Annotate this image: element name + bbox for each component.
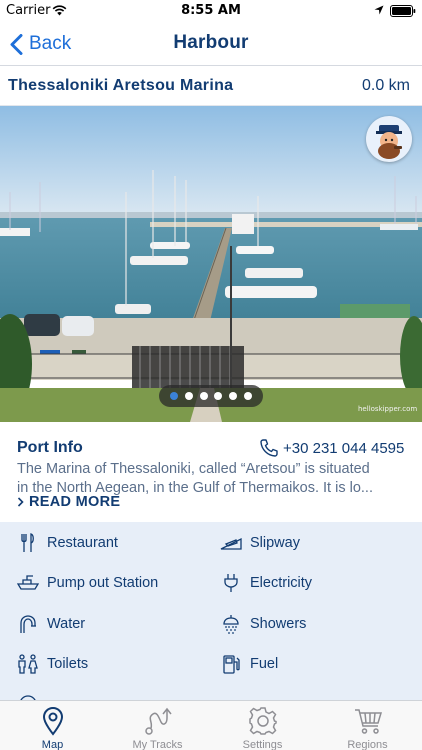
- carousel-dot[interactable]: [244, 392, 253, 400]
- cart-icon: [355, 709, 383, 734]
- port-info-section: Port Info +30 231 044 4595 The Marina of…: [0, 422, 422, 522]
- marina-distance: 0.0 km: [361, 77, 410, 94]
- facility-showers: Showers: [220, 612, 306, 636]
- marina-header: Thessaloniki Aretsou Marina 0.0 km: [0, 67, 422, 106]
- photo-watermark: helloskipper.com: [358, 405, 418, 413]
- back-button[interactable]: Back: [10, 31, 71, 57]
- navigation-bar: Back Harbour: [0, 22, 422, 66]
- plug-icon: [220, 572, 242, 594]
- facility-slipway: Slipway: [220, 531, 300, 555]
- cutlery-icon: [17, 532, 39, 554]
- back-label: Back: [29, 33, 72, 54]
- port-description: The Marina of Thessaloniki, called “Aret…: [17, 460, 409, 498]
- tab-label: Regions: [347, 739, 388, 750]
- port-info-title: Port Info: [17, 439, 83, 456]
- carousel-dot[interactable]: [199, 392, 208, 400]
- phone-icon: [260, 439, 278, 457]
- read-more-label: READ MORE: [29, 494, 121, 510]
- map-pin-icon: [42, 706, 64, 736]
- facilities-list: Restaurant Slipway Pump out Station Elec…: [0, 522, 422, 700]
- slipway-icon: [220, 532, 242, 554]
- tab-regions[interactable]: Regions: [315, 704, 420, 750]
- tab-my-tracks[interactable]: My Tracks: [105, 704, 210, 750]
- location-arrow-icon: [374, 5, 384, 15]
- phone-link[interactable]: +30 231 044 4595: [259, 438, 404, 458]
- carousel-dot[interactable]: [169, 392, 178, 400]
- tab-map[interactable]: Map: [0, 704, 105, 750]
- status-time: 8:55 AM: [181, 3, 241, 18]
- tab-bar: Map My Tracks Settings Regions: [0, 700, 422, 750]
- chevron-left-icon: [10, 33, 23, 55]
- water-tap-icon: [17, 613, 39, 635]
- facility-restaurant: Restaurant: [17, 531, 118, 555]
- facility-partial: [17, 692, 47, 700]
- status-bar: Carrier 8:55 AM: [0, 0, 422, 22]
- carousel-pager[interactable]: [159, 385, 263, 407]
- carousel-dot[interactable]: [229, 392, 238, 400]
- facility-partial-icon: [17, 693, 39, 700]
- tracks-icon: [145, 707, 172, 735]
- description-line: The Marina of Thessaloniki, called “Aret…: [17, 461, 370, 477]
- facility-toilets: Toilets: [17, 652, 88, 676]
- tab-label: My Tracks: [132, 739, 183, 750]
- tab-label: Settings: [242, 739, 283, 750]
- carousel-dot[interactable]: [214, 392, 223, 400]
- read-more-link[interactable]: READ MORE: [17, 494, 120, 510]
- marina-name: Thessaloniki Aretsou Marina: [8, 77, 234, 94]
- toilets-icon: [17, 653, 39, 675]
- gear-icon: [249, 707, 277, 735]
- facility-pump-out: Pump out Station: [17, 571, 158, 595]
- facility-water: Water: [17, 612, 85, 636]
- facility-electricity: Electricity: [220, 571, 312, 595]
- shower-icon: [220, 613, 242, 635]
- marina-photo[interactable]: [0, 106, 422, 422]
- chevron-right-icon: [17, 497, 24, 507]
- fuel-pump-icon: [220, 653, 242, 675]
- skipper-mascot-icon[interactable]: [366, 116, 412, 162]
- tab-label: Map: [41, 739, 64, 750]
- carousel-dot[interactable]: [184, 392, 193, 400]
- phone-number: +30 231 044 4595: [283, 439, 405, 457]
- tab-settings[interactable]: Settings: [210, 704, 315, 750]
- facility-fuel: Fuel: [220, 652, 278, 676]
- battery-icon: [390, 5, 416, 17]
- pump-out-icon: [17, 572, 39, 594]
